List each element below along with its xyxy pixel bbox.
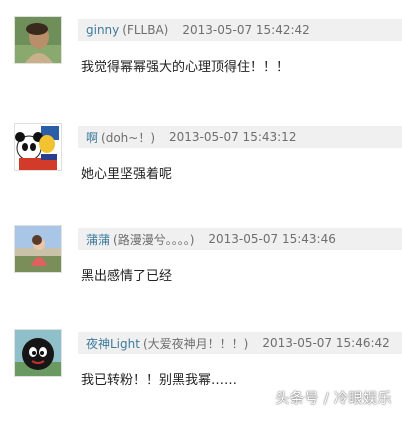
username-link[interactable]: 蒲蒲 bbox=[86, 231, 110, 248]
timestamp: 2013-05-07 15:43:46 bbox=[208, 232, 336, 246]
comment-text: 她心里坚强着呢 bbox=[81, 167, 173, 182]
comment-text: 我已转粉！！别黑我幂…… bbox=[81, 373, 238, 388]
username-link[interactable]: ginny bbox=[86, 23, 119, 37]
comment-header: ginny (FLLBA) 2013-05-07 15:42:42 bbox=[78, 19, 402, 41]
comment-item: 夜神Light (大爱夜神月！！！) 2013-05-07 15:46:42 我… bbox=[0, 329, 402, 433]
avatar[interactable] bbox=[14, 16, 62, 64]
comment-text: 黑出感情了已经 bbox=[81, 269, 173, 284]
timestamp: 2013-05-07 15:43:12 bbox=[169, 130, 297, 144]
watermark: 头条号 / 冷眼娱乐 bbox=[275, 391, 392, 407]
timestamp: 2013-05-07 15:42:42 bbox=[182, 23, 310, 37]
user-note: (doh~！) bbox=[101, 130, 155, 145]
avatar[interactable] bbox=[14, 123, 62, 171]
avatar-photo-green-icon bbox=[15, 17, 61, 63]
user-note: (路漫漫兮。。。。) bbox=[113, 232, 195, 247]
comment-item: ginny (FLLBA) 2013-05-07 15:42:42 我觉得幂幂强… bbox=[0, 16, 402, 120]
comment-item: 蒲蒲 (路漫漫兮。。。。) 2013-05-07 15:43:46 黑出感情了已… bbox=[0, 225, 402, 329]
avatar-black-ball-icon bbox=[15, 330, 61, 376]
comment-header: 啊 (doh~！) 2013-05-07 15:43:12 bbox=[78, 126, 402, 148]
avatar[interactable] bbox=[14, 329, 62, 377]
avatar[interactable] bbox=[14, 225, 62, 273]
timestamp: 2013-05-07 15:46:42 bbox=[262, 336, 390, 350]
username-link[interactable]: 啊 bbox=[86, 129, 98, 146]
user-note: (大爱夜神月！！！) bbox=[142, 336, 249, 351]
comment-header: 蒲蒲 (路漫漫兮。。。。) 2013-05-07 15:43:46 bbox=[78, 228, 402, 250]
comment-text: 我觉得幂幂强大的心理顶得住！！！ bbox=[81, 60, 290, 75]
username-link[interactable]: 夜神Light bbox=[86, 335, 140, 352]
comment-header: 夜神Light (大爱夜神月！！！) 2013-05-07 15:46:42 bbox=[78, 332, 402, 354]
avatar-cartoon-panda-icon bbox=[15, 124, 61, 170]
avatar-photo-sky-icon bbox=[15, 226, 61, 272]
comment-item: 啊 (doh~！) 2013-05-07 15:43:12 她心里坚强着呢 bbox=[0, 123, 402, 227]
user-note: (FLLBA) bbox=[122, 23, 169, 37]
